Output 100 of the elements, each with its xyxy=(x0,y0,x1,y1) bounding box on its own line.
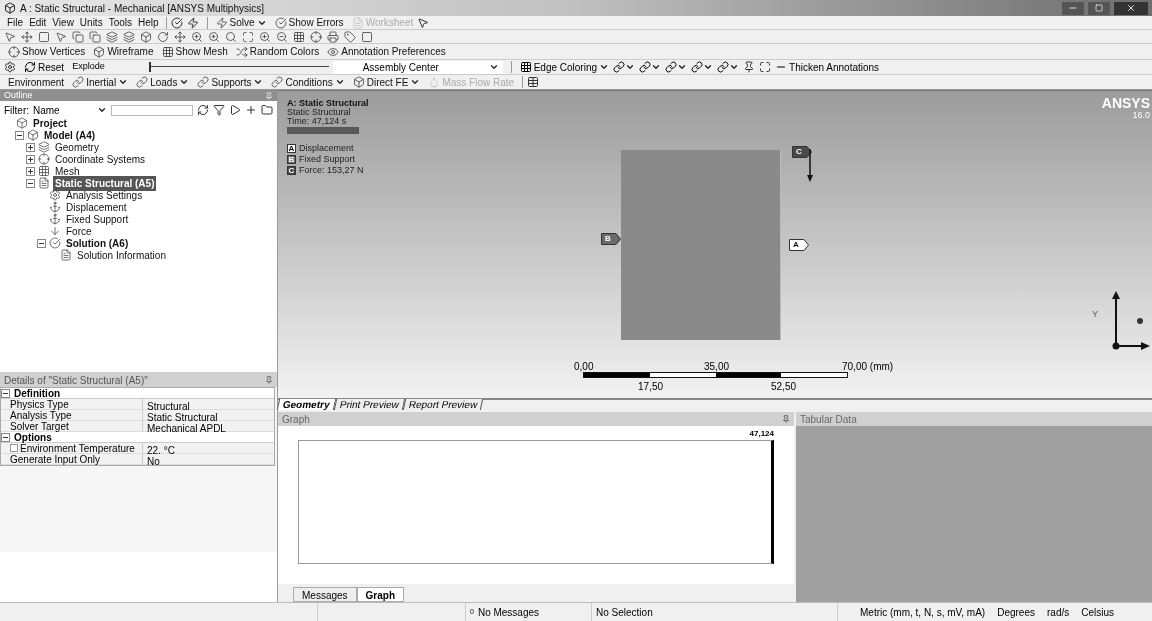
pointer-icon[interactable] xyxy=(4,30,16,43)
folder-icon[interactable] xyxy=(261,104,273,116)
square-icon[interactable] xyxy=(38,30,50,43)
toolbar-button[interactable]: Show Mesh xyxy=(157,44,232,59)
toolbar-button[interactable]: Random Colors xyxy=(231,44,324,59)
edge-style-button[interactable] xyxy=(613,61,636,73)
zoom-out-icon[interactable] xyxy=(276,30,288,43)
copy-icon[interactable] xyxy=(89,30,101,43)
edge-style-button[interactable] xyxy=(717,61,740,73)
app-icon xyxy=(4,2,16,14)
vertex-icon xyxy=(8,45,20,58)
edge-style-button[interactable] xyxy=(639,61,662,73)
close-button[interactable] xyxy=(1114,1,1148,15)
grid-icon[interactable] xyxy=(293,30,305,43)
square-icon[interactable] xyxy=(361,30,373,43)
property-value[interactable]: Mechanical APDL xyxy=(143,421,274,431)
fit-icon[interactable] xyxy=(242,30,254,43)
layers-icon[interactable] xyxy=(106,30,118,43)
tree-node-icon xyxy=(60,249,72,261)
printer-icon[interactable] xyxy=(327,30,339,43)
menu-item[interactable]: Tools xyxy=(105,15,135,30)
copy-icon[interactable] xyxy=(72,30,84,43)
view-tab[interactable]: Geometry xyxy=(276,399,336,410)
expand-icon[interactable] xyxy=(26,154,35,164)
panel-tab[interactable]: Messages xyxy=(293,587,357,602)
gear-icon[interactable] xyxy=(4,61,16,73)
menu-item[interactable]: Help xyxy=(135,15,162,30)
menu-item[interactable]: File xyxy=(4,15,27,30)
view-tab[interactable]: Report Preview xyxy=(402,399,484,410)
filter-field[interactable] xyxy=(111,104,193,116)
property-value[interactable]: 22, °C xyxy=(143,443,274,453)
thicken-button[interactable]: Thicken Annotations xyxy=(775,59,880,75)
dropdown-button[interactable]: Solve xyxy=(211,15,271,30)
check-icon[interactable] xyxy=(170,16,183,29)
dropdown-button[interactable]: Conditions xyxy=(267,75,349,89)
tree-item[interactable]: Static Structural (A5) xyxy=(53,175,157,191)
lightning-icon[interactable] xyxy=(186,16,199,29)
scale-label: 35,00 xyxy=(704,360,730,374)
close-icon xyxy=(1126,3,1136,13)
filter-dropdown[interactable]: Name xyxy=(33,104,107,116)
plus-icon[interactable] xyxy=(245,104,257,116)
status-temperature[interactable]: Celsius xyxy=(1081,604,1115,620)
menu-item[interactable]: Units xyxy=(76,15,106,30)
collapse-icon[interactable] xyxy=(37,238,46,248)
status-units[interactable]: Metric (mm, t, N, s, mV, mA) xyxy=(860,604,986,620)
collapse-icon[interactable] xyxy=(1,432,10,442)
dropdown-button[interactable]: Edge Coloring xyxy=(519,59,610,75)
panel-tab[interactable]: Graph xyxy=(356,587,405,602)
status-messages[interactable]: No Messages xyxy=(477,604,540,620)
table-icon[interactable] xyxy=(527,76,540,88)
view-tab[interactable]: Print Preview xyxy=(333,399,405,410)
refresh-icon[interactable] xyxy=(197,104,209,116)
bracket-icon[interactable] xyxy=(759,61,772,73)
zoom-in-icon[interactable] xyxy=(208,30,220,43)
expand-icon[interactable] xyxy=(26,166,35,176)
property-value[interactable]: No xyxy=(143,454,274,464)
explode-slider[interactable] xyxy=(148,62,329,72)
menu-item[interactable]: Edit xyxy=(26,15,50,30)
zoom-icon[interactable] xyxy=(225,30,237,43)
reset-button[interactable]: Reset xyxy=(20,59,69,75)
zoom-in-icon[interactable] xyxy=(259,30,271,43)
graph-value: 47,124 xyxy=(749,428,774,440)
toolbar-button[interactable]: Annotation Preferences xyxy=(323,44,450,59)
dropdown-button[interactable]: Direct FE xyxy=(348,75,425,89)
checkbox[interactable] xyxy=(10,444,18,452)
expand-icon[interactable] xyxy=(26,142,35,152)
toolbar-button[interactable]: Show Errors xyxy=(270,15,348,30)
menu-item[interactable]: View xyxy=(49,15,77,30)
play-icon[interactable] xyxy=(229,104,241,116)
dropdown-button[interactable]: Inertial xyxy=(68,75,133,89)
tree-item[interactable]: Project xyxy=(31,115,69,131)
slider-thumb[interactable] xyxy=(148,62,151,72)
zoom-in-icon[interactable] xyxy=(191,30,203,43)
collapse-icon[interactable] xyxy=(15,130,24,140)
crosshair-icon[interactable] xyxy=(310,30,322,43)
box-icon[interactable] xyxy=(140,30,152,43)
collapse-icon[interactable] xyxy=(1,388,10,398)
toolbar-button[interactable]: Wireframe xyxy=(89,44,158,59)
edge-style-button[interactable] xyxy=(665,61,688,73)
pointer-icon[interactable] xyxy=(417,16,430,29)
dropdown-button[interactable]: Supports xyxy=(193,75,268,89)
tag-letter: B xyxy=(604,233,612,245)
layers-icon[interactable] xyxy=(123,30,135,43)
rotate-icon[interactable] xyxy=(157,30,169,43)
tag-icon[interactable] xyxy=(344,30,356,43)
minimize-button[interactable] xyxy=(1062,1,1084,15)
collapse-icon[interactable] xyxy=(26,178,35,188)
property-value[interactable]: Structural xyxy=(143,399,274,409)
status-rotation[interactable]: rad/s xyxy=(1047,604,1070,620)
toolbar-button[interactable]: Show Vertices xyxy=(4,44,90,59)
move-icon[interactable] xyxy=(21,30,33,43)
dropdown-button[interactable]: Loads xyxy=(132,75,194,89)
status-angle[interactable]: Degrees xyxy=(997,604,1035,620)
filter-icon[interactable] xyxy=(213,104,225,116)
pointer-icon[interactable] xyxy=(55,30,67,43)
center-dropdown[interactable]: Assembly Center xyxy=(332,60,503,74)
edge-style-button[interactable] xyxy=(691,61,714,73)
pan-icon[interactable] xyxy=(174,30,186,43)
pin-icon[interactable] xyxy=(743,61,756,73)
property-value[interactable]: Static Structural xyxy=(143,410,274,420)
